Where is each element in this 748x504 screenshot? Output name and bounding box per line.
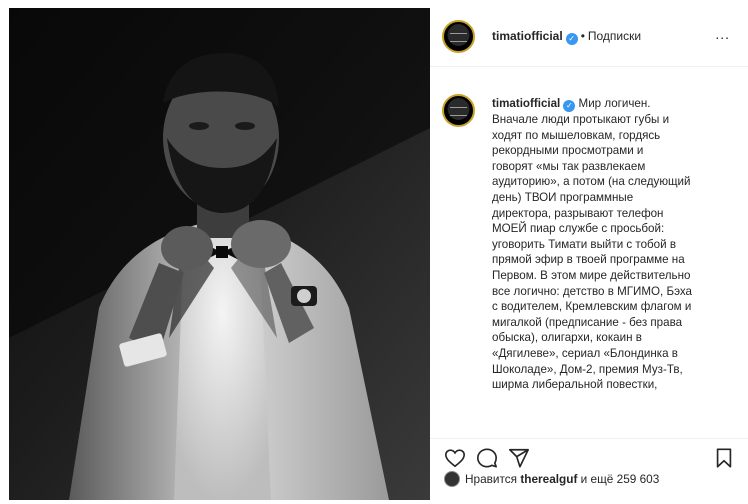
author-avatar[interactable] [442, 20, 475, 53]
caption-line: говорят «мы так развлекаем [492, 159, 646, 173]
share-icon[interactable] [508, 447, 530, 469]
caption-line: ширма либеральной повестки, [492, 378, 658, 392]
caption-line: аудиторию», а потом (на следующий [492, 175, 691, 189]
caption-line: Вначале люди протыкают губы и [492, 113, 670, 126]
likes-count[interactable]: и ещё 259 603 [581, 472, 660, 486]
action-bar [430, 438, 748, 469]
post-header: timatiofficial ✓ • Подписки ... [430, 16, 748, 67]
instagram-post: timatiofficial ✓ • Подписки ... timatioffic… [0, 0, 748, 504]
author-username[interactable]: timatiofficial [492, 29, 563, 43]
caption-line: мигалкой (предписание - без права [492, 315, 683, 329]
caption-username[interactable]: timatiofficial [492, 97, 560, 110]
caption-line: Мир логичен. [578, 97, 651, 110]
caption-line: прямой эфир в твоей программе на [492, 253, 685, 267]
caption-line: МОЕЙ пиар службе с просьбой: [492, 222, 665, 236]
caption-line: уговорить Тимати выйти с тобой в [492, 237, 676, 251]
caption-line: обыска), олигархи, кокаин в [492, 331, 642, 345]
more-options-icon[interactable]: ... [715, 26, 730, 42]
post-photo[interactable] [9, 8, 430, 500]
caption-line: все логично: детство в МГИМО, Бэха [492, 284, 692, 298]
caption-line: «Дягилеве», сериал «Блондинка в [492, 346, 678, 360]
caption-line: Первом. В этом мире действительно [492, 268, 691, 282]
post-sidebar: timatiofficial ✓ • Подписки ... timatioffic… [430, 0, 748, 504]
bookmark-icon[interactable] [714, 447, 734, 469]
comment-icon[interactable] [476, 447, 498, 469]
follow-button[interactable]: Подписки [588, 29, 641, 43]
caption-verified-icon: ✓ [563, 100, 576, 112]
photo-image [9, 8, 430, 500]
caption-line: с водителем, Кремлевским флагом и [492, 300, 692, 314]
caption-line: ходят по мышеловкам, гордясь [492, 128, 661, 142]
caption-avatar[interactable] [442, 94, 475, 127]
separator-dot: • [580, 29, 585, 43]
caption-text: timatiofficial ✓ Мир логичен. Вначале люд… [492, 96, 730, 393]
caption-line: директора, разрывают телефон [492, 206, 664, 220]
heart-icon[interactable] [444, 447, 466, 469]
liker-username[interactable]: therealguf [520, 472, 577, 486]
header-line: timatiofficial ✓ • Подписки [492, 29, 641, 45]
caption-line: Шоколаде», Дом-2, премия Муз-Тв, [492, 362, 683, 376]
verified-badge-icon: ✓ [565, 33, 578, 45]
caption-line: день) ТВОИ программные [492, 190, 634, 204]
caption-line: рекордными просмотрами и [492, 144, 644, 158]
liker-avatar[interactable] [444, 471, 460, 487]
likes-prefix: Нравится [465, 472, 518, 486]
likes-line: Нравится therealguf и ещё 259 603 [444, 471, 659, 491]
